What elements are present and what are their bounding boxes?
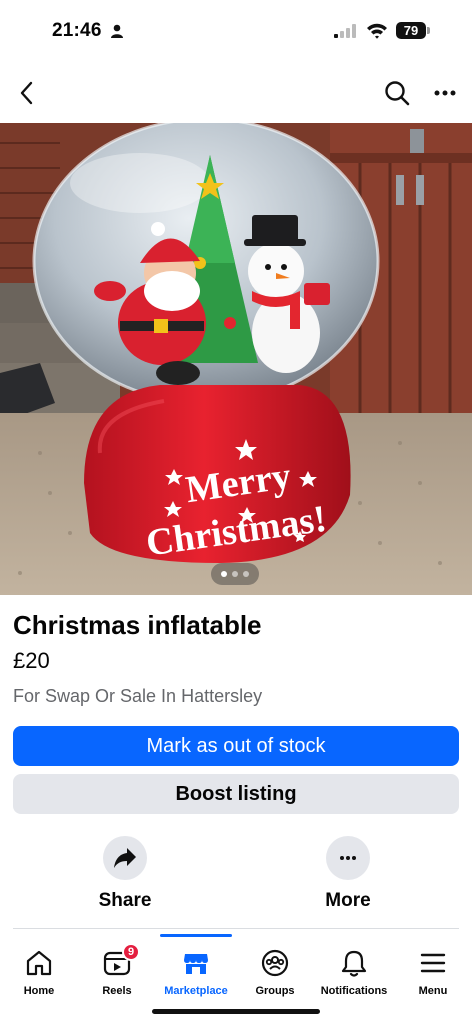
top-nav bbox=[0, 70, 472, 118]
status-bar: 21:46 79 bbox=[0, 0, 472, 60]
ellipsis-icon bbox=[434, 90, 456, 96]
carousel-dot bbox=[221, 571, 227, 577]
more-label: More bbox=[325, 890, 371, 911]
tab-groups[interactable]: Groups bbox=[244, 936, 306, 1006]
status-time: 21:46 bbox=[52, 20, 102, 41]
groups-icon bbox=[260, 948, 290, 978]
tab-marketplace[interactable]: Marketplace bbox=[160, 936, 232, 1006]
tab-label: Home bbox=[23, 985, 55, 997]
listing-title: Christmas inflatable bbox=[13, 610, 262, 640]
carousel-dot bbox=[243, 571, 249, 577]
bell-icon bbox=[339, 948, 369, 978]
menu-icon bbox=[418, 948, 448, 978]
tab-home[interactable]: Home bbox=[8, 936, 70, 1006]
chevron-left-icon bbox=[20, 81, 33, 105]
more-action[interactable]: More bbox=[298, 836, 398, 916]
home-icon bbox=[24, 948, 54, 978]
share-label: Share bbox=[98, 890, 152, 911]
signal-icon bbox=[334, 24, 356, 38]
listing-photo-illustration: Merry Christmas! bbox=[0, 123, 472, 595]
mark-out-of-stock-button[interactable]: Mark as out of stock bbox=[13, 726, 459, 766]
reels-badge: 9 bbox=[122, 943, 140, 961]
tab-notifications[interactable]: Notifications bbox=[316, 936, 392, 1006]
search-icon bbox=[385, 81, 410, 106]
back-button[interactable] bbox=[10, 76, 44, 110]
reels-icon: 9 bbox=[102, 943, 140, 978]
person-icon bbox=[111, 24, 123, 38]
tab-label: Notifications bbox=[320, 985, 388, 997]
tab-menu[interactable]: Menu bbox=[402, 936, 464, 1006]
more-button[interactable] bbox=[326, 836, 370, 880]
listing-photo[interactable]: Merry Christmas! bbox=[0, 123, 472, 595]
tab-label: Reels bbox=[102, 985, 132, 997]
boost-listing-button[interactable]: Boost listing bbox=[13, 774, 459, 814]
wifi-icon bbox=[367, 23, 387, 39]
share-action[interactable]: Share bbox=[75, 836, 175, 916]
carousel-indicator bbox=[211, 563, 259, 585]
share-arrow-icon bbox=[114, 848, 136, 868]
search-button[interactable] bbox=[380, 76, 414, 110]
home-indicator bbox=[152, 1009, 320, 1014]
tab-label: Marketplace bbox=[164, 985, 228, 997]
bottom-tab-bar: Home 9 Reels Marketplace Groups Notifica… bbox=[0, 934, 472, 1006]
carousel-dot bbox=[232, 571, 238, 577]
tab-reels[interactable]: 9 Reels bbox=[86, 936, 148, 1006]
share-button[interactable] bbox=[103, 836, 147, 880]
marketplace-icon bbox=[181, 948, 211, 978]
listing-location: For Swap Or Sale In Hattersley bbox=[13, 686, 263, 706]
ellipsis-icon bbox=[340, 856, 356, 860]
listing-price: £20 bbox=[13, 648, 50, 673]
battery-indicator: 79 bbox=[396, 22, 426, 39]
tab-label: Groups bbox=[255, 985, 295, 997]
more-options-button[interactable] bbox=[428, 76, 462, 110]
battery-tip bbox=[427, 27, 430, 34]
tab-label: Menu bbox=[418, 985, 448, 997]
divider bbox=[13, 928, 459, 929]
